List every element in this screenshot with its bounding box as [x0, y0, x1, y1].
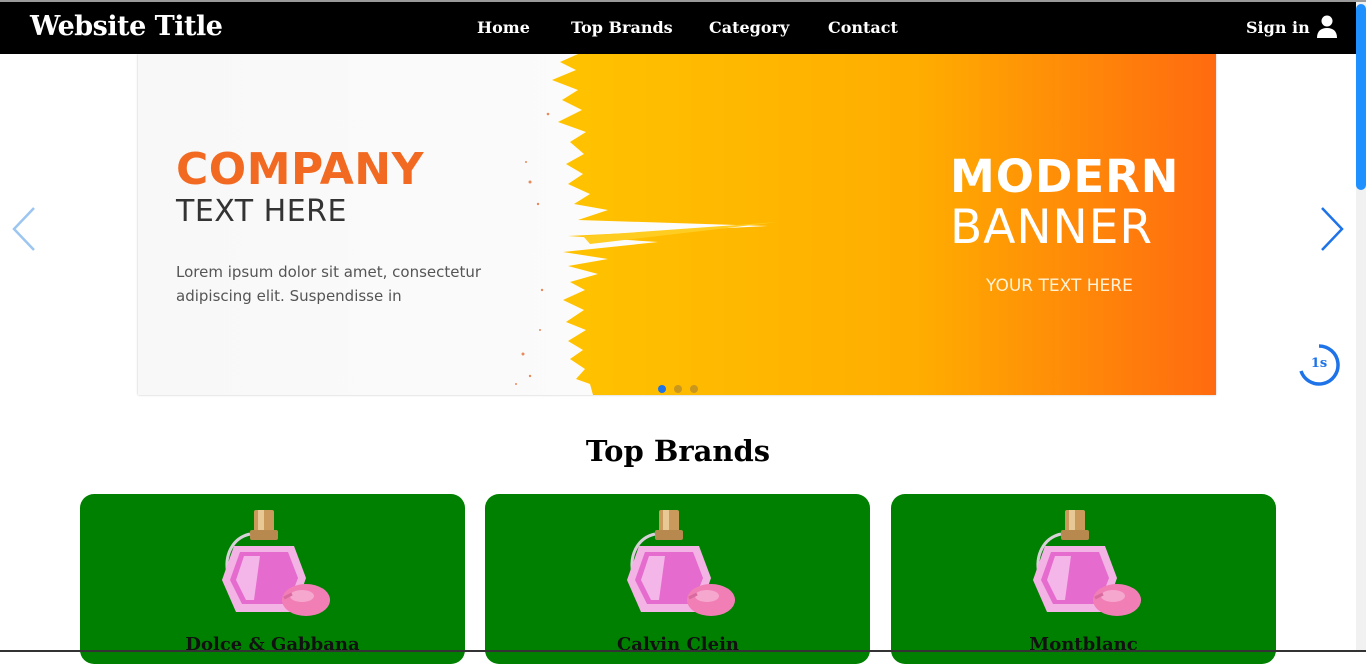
carousel-dot-3[interactable]	[690, 385, 698, 393]
carousel-prev-icon[interactable]	[10, 205, 38, 253]
carousel-dot-1[interactable]	[658, 385, 666, 393]
banner-modern-text: MODERN	[950, 150, 1180, 203]
nav-top-brands[interactable]: Top Brands	[571, 18, 673, 37]
scrollbar-thumb[interactable]	[1356, 4, 1366, 190]
perfume-bottle-icon	[627, 510, 735, 616]
nav-category[interactable]: Category	[709, 18, 789, 37]
perfume-bottle-icon	[222, 510, 330, 616]
sign-in-link[interactable]: Sign in	[1246, 18, 1310, 37]
banner-subtitle: TEXT HERE	[176, 194, 347, 229]
top-brands-heading: Top Brands	[585, 434, 771, 468]
banner-company-text: COMPANY	[176, 144, 424, 195]
banner-description: Lorem ipsum dolor sit amet, consectetur …	[176, 263, 482, 305]
user-icon[interactable]	[1316, 15, 1338, 39]
banner-tagline: YOUR TEXT HERE	[986, 276, 1133, 296]
nav-home[interactable]: Home	[477, 18, 530, 37]
banner-banner-text: BANNER	[950, 200, 1154, 255]
perfume-bottle-icon	[1033, 510, 1141, 616]
site-title[interactable]: Website Title	[30, 11, 223, 42]
autoplay-timer-label: 1s	[1310, 356, 1328, 371]
nav-contact[interactable]: Contact	[828, 18, 898, 37]
carousel-dot-2[interactable]	[674, 385, 682, 393]
navbar: Website Title Home Top Brands Category C…	[0, 2, 1356, 54]
carousel-next-icon[interactable]	[1318, 205, 1346, 253]
carousel-slide[interactable]: COMPANY TEXT HERE Lorem ipsum dolor sit …	[138, 54, 1216, 395]
